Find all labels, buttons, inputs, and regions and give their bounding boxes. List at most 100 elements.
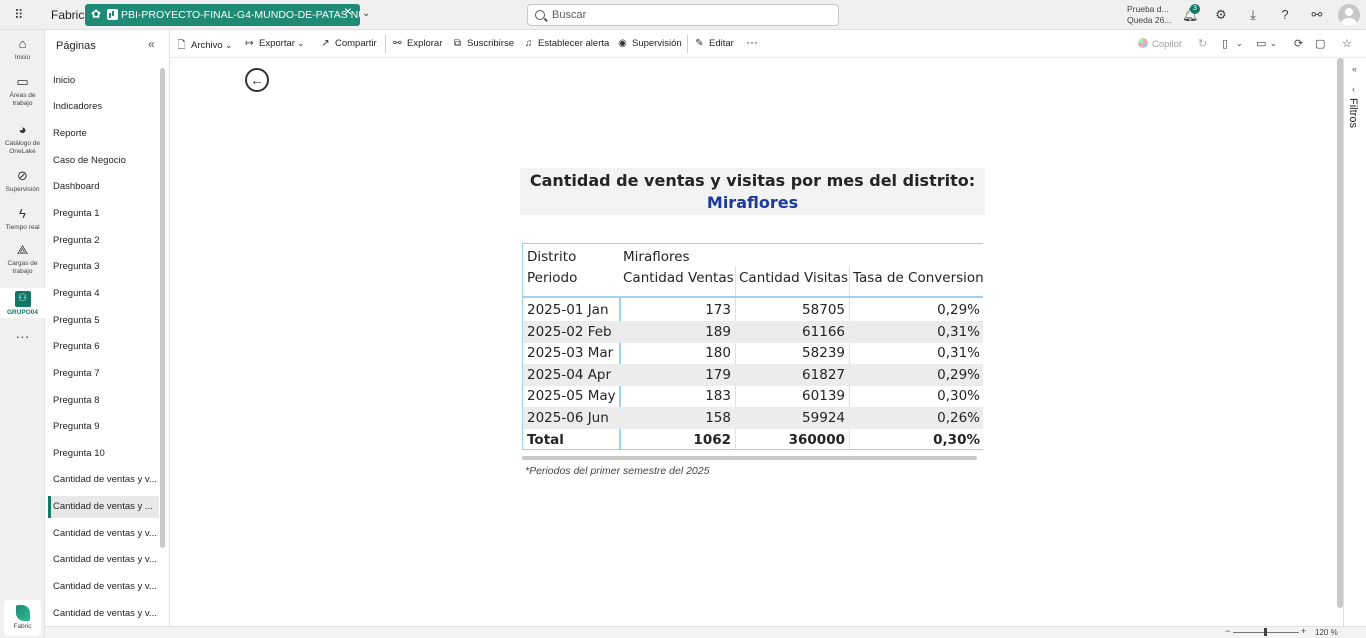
cell-tasa: 0,31% [937, 345, 980, 362]
col-header-ventas[interactable]: Cantidad Ventas [623, 267, 734, 289]
page-tab-item[interactable]: Indicadores [53, 96, 159, 118]
zoom-level[interactable]: 120 % [1315, 628, 1338, 637]
nav-item-tiempo-real[interactable]: ϟ Tiempo real [0, 206, 45, 232]
matrix-horizontal-scrollbar[interactable] [522, 456, 977, 460]
table-row[interactable]: 2025-03 Mar 180 58239 0,31% [523, 342, 983, 364]
page-tab-item[interactable]: Pregunta 7 [53, 363, 159, 385]
search-input[interactable]: Buscar [527, 4, 839, 26]
nav-item-supervision[interactable]: ⊘ Supervisión [0, 168, 45, 194]
collapse-icon[interactable]: « [148, 37, 155, 51]
supervision-button[interactable]: ◉ Supervisión [617, 38, 682, 49]
back-arrow-icon[interactable]: ← [245, 68, 269, 92]
col-header-visitas[interactable]: Cantidad Visitas [739, 267, 848, 289]
nav-item-cargas[interactable]: ⟁ Cargas de trabajo [0, 242, 45, 276]
fabric-experience-button[interactable]: Fabric [4, 600, 41, 636]
refresh-icon[interactable]: ⟳ [1294, 37, 1303, 50]
page-tab-item[interactable]: Pregunta 9 [53, 416, 159, 438]
share-link-icon[interactable]: ⚯ [1309, 7, 1325, 23]
page-tab-item[interactable]: Pregunta 6 [53, 336, 159, 358]
suscribirse-button[interactable]: ⧉ Suscribirse [452, 38, 514, 49]
table-row[interactable]: 2025-04 Apr 179 61827 0,29% [523, 363, 983, 386]
brand-label[interactable]: Fabric [51, 8, 84, 22]
nav-item-areas[interactable]: ▭ Áreas de trabajo [0, 74, 45, 108]
cell-tasa: 0,29% [937, 366, 980, 383]
zoom-in-button[interactable]: + [1301, 626, 1306, 636]
collapse-icon[interactable]: « [1352, 64, 1357, 74]
comment-icon[interactable]: ▢ [1315, 37, 1325, 50]
page-tab-item[interactable]: Pregunta 10 [53, 443, 159, 465]
archivo-menu[interactable]: 🗋︎ Archivo ⌄ [176, 38, 232, 55]
page-tab-item[interactable]: Cantidad de ventas y v... [53, 523, 159, 545]
page-tab-item[interactable]: Pregunta 5 [53, 310, 159, 332]
copilot-button[interactable]: Copilot [1138, 38, 1182, 50]
chevron-down-icon[interactable]: ⌄ [362, 8, 370, 19]
filters-pane[interactable]: « ‹ Filtros [1343, 58, 1366, 626]
cell-ventas: 180 [705, 345, 731, 362]
zoom-out-button[interactable]: − [1225, 626, 1230, 636]
page-tab-item[interactable]: Pregunta 4 [53, 283, 159, 305]
view-icon[interactable]: ▭ [1256, 37, 1266, 50]
exportar-menu[interactable]: ↦ Exportar ⌄ [244, 38, 304, 49]
more-options-icon[interactable]: ··· [746, 35, 758, 49]
page-tab-item[interactable]: Pregunta 3 [53, 256, 159, 278]
cell-visitas: 61827 [802, 366, 845, 383]
cell-ventas: 179 [705, 366, 731, 383]
page-tab-item[interactable]: Pregunta 2 [53, 230, 159, 252]
app-launcher-icon[interactable]: ⠿ [14, 8, 30, 22]
gear-icon[interactable]: ⚙ [1213, 7, 1229, 23]
close-icon[interactable]: × [341, 4, 355, 18]
report-canvas: ← Cantidad de ventas y visitas por mes d… [170, 58, 1336, 626]
reset-icon[interactable]: ↻ [1198, 37, 1207, 50]
cell-tasa: 0,30% [933, 431, 980, 448]
total-row[interactable]: Total 1062 360000 0,30% [523, 429, 983, 449]
page-tab-item[interactable]: Cantidad de ventas y v... [53, 549, 159, 571]
compartir-button[interactable]: ↗ Compartir [320, 38, 376, 49]
page-tab-item[interactable]: Reporte [53, 123, 159, 145]
fabric-label: Fabric [13, 623, 32, 630]
page-tab-item[interactable]: Cantidad de ventas y v... [53, 603, 159, 625]
pages-scrollbar[interactable] [160, 68, 165, 548]
report-tab[interactable]: ✿ PBI-PROYECTO-FINAL-G4-MUNDO-DE-PATAS N… [85, 4, 360, 26]
col-header-tasa[interactable]: Tasa de Conversion [853, 267, 983, 289]
page-tab-item[interactable]: Caso de Negocio [53, 150, 159, 172]
sales-visits-matrix[interactable]: Distrito Miraflores Periodo Cantidad Ven… [522, 243, 983, 450]
table-row[interactable]: 2025-06 Jun 158 59924 0,26% [523, 407, 983, 429]
bookmark-icon[interactable]: ▯ [1222, 37, 1228, 50]
nav-item-grupo04[interactable]: ⚇ GRUPO04 [0, 288, 45, 318]
report-district: Miraflores [706, 193, 799, 212]
favorite-star-icon[interactable]: ☆ [1342, 37, 1352, 50]
more-icon[interactable]: ··· [0, 329, 45, 343]
alerta-button[interactable]: ♫ Establecer alerta [523, 38, 610, 49]
page-tab-item[interactable]: Pregunta 8 [53, 390, 159, 412]
editar-button[interactable]: ✎ Editar [694, 38, 734, 49]
table-row[interactable]: 2025-02 Feb 189 61166 0,31% [523, 320, 983, 343]
page-tab-item[interactable]: Cantidad de ventas y ... [48, 496, 159, 518]
nav-item-onelake[interactable]: ◕ Catálogo de OneLake [0, 122, 45, 156]
table-row[interactable]: 2025-01 Jan 173 58705 0,29% [523, 299, 983, 321]
cell-periodo: 2025-04 Apr [527, 366, 612, 383]
page-tab-item[interactable]: Cantidad de ventas y v... [53, 469, 159, 491]
footnote: *Periodos del primer semestre del 2025 [525, 465, 710, 477]
page-tab-item[interactable]: Inicio [53, 70, 159, 92]
chevron-down-icon[interactable]: ⌄ [1270, 39, 1277, 48]
page-tab-item[interactable]: Dashboard [53, 176, 159, 198]
explorar-button[interactable]: ⚯ Explorar [392, 38, 442, 49]
chevron-down-icon[interactable]: ⌄ [1236, 39, 1243, 48]
help-icon[interactable]: ? [1277, 7, 1293, 23]
zoom-slider-thumb[interactable] [1264, 628, 1267, 636]
trial-line-1: Prueba d... [1127, 4, 1169, 14]
page-tab-item[interactable]: Pregunta 1 [53, 203, 159, 225]
page-tab-item[interactable]: Cantidad de ventas y v... [53, 576, 159, 598]
report-icon [107, 9, 118, 20]
nav-item-inicio[interactable]: ⌂ Inicio [0, 36, 45, 62]
cell-visitas: 61166 [802, 323, 845, 340]
trial-status[interactable]: Prueba d... Queda 26... [1127, 4, 1171, 26]
explorar-label: Explorar [407, 38, 443, 49]
share-icon: ↗ [321, 38, 330, 49]
home-icon: ⌂ [18, 36, 27, 51]
cell-periodo: 2025-01 Jan [527, 302, 609, 318]
chevron-down-icon: ⌄ [297, 39, 305, 48]
download-icon[interactable]: ⤓ [1245, 7, 1261, 23]
table-row[interactable]: 2025-05 May 183 60139 0,30% [523, 385, 983, 407]
avatar[interactable] [1338, 4, 1360, 26]
